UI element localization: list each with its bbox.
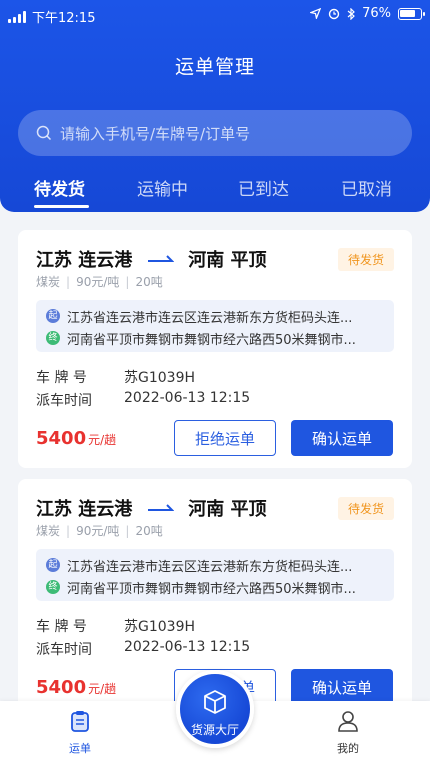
end-address: 河南省平顶市舞钢市舞钢市经六路西50米舞钢市... — [67, 332, 356, 348]
order-card[interactable]: 江苏 连云港 河南 平顶 待发货 煤炭 | 90元/吨 | 20吨 起 江苏省连云港市连… — [18, 230, 412, 468]
freight-price: 5400 元/趟 — [36, 677, 116, 698]
end-address: 河南省平顶市舞钢市舞钢市经六路西50米舞钢市... — [67, 581, 356, 597]
route-arrow-icon — [148, 255, 175, 262]
tab-cancelled[interactable]: 已取消 — [341, 175, 392, 200]
plate-value: 苏G1039H — [124, 619, 196, 635]
status-tabs: 待发货 运输中 已到达 已取消 — [0, 175, 430, 209]
tab-pending[interactable]: 待发货 — [34, 175, 85, 200]
nav-label-waybill: 运单 — [69, 742, 91, 755]
end-marker-icon: 终 — [46, 580, 60, 594]
user-icon — [338, 711, 358, 732]
route-arrow-icon — [148, 504, 175, 511]
start-marker-icon: 起 — [46, 309, 60, 323]
cargo-hall-label: 货源大厅 — [190, 723, 239, 737]
nav-item-waybill[interactable]: 运单 — [50, 709, 110, 756]
clipboard-icon — [71, 711, 89, 732]
address-box: 起 江苏省连云港市连云区连云港新东方货柜码头连... 终 河南省平顶市舞钢市舞钢… — [36, 300, 394, 352]
route: 江苏 连云港 河南 平顶 — [36, 246, 267, 272]
reject-order-button[interactable]: 拒绝运单 — [174, 420, 276, 456]
dispatch-label: 派车时间 — [36, 642, 92, 658]
plate-row: 车 牌 号 苏G1039H — [36, 616, 195, 636]
box-icon — [204, 690, 226, 714]
battery-percent: 76% — [362, 6, 391, 21]
price-unit: 元/趟 — [88, 682, 117, 696]
plate-label: 车 牌 号 — [36, 619, 87, 635]
confirm-order-button[interactable]: 确认运单 — [291, 420, 393, 456]
cargo-weight: 20吨 — [135, 524, 163, 538]
status-time: 下午12:15 — [32, 11, 96, 26]
start-address: 江苏省连云港市连云区连云港新东方货柜码头连... — [67, 310, 353, 326]
address-box: 起 江苏省连云港市连云区连云港新东方货柜码头连... 终 河南省平顶市舞钢市舞钢… — [36, 549, 394, 601]
freight-price: 5400 元/趟 — [36, 428, 116, 449]
route: 江苏 连云港 河南 平顶 — [36, 495, 267, 521]
origin-city: 江苏 连云港 — [36, 499, 133, 520]
tab-arrived[interactable]: 已到达 — [238, 175, 289, 200]
bluetooth-icon — [347, 7, 355, 20]
plate-label: 车 牌 号 — [36, 370, 87, 386]
start-address: 江苏省连云港市连云区连云港新东方货柜码头连... — [67, 559, 353, 575]
price-unit: 元/趟 — [88, 433, 117, 447]
cargo-meta: 煤炭 | 90元/吨 | 20吨 — [36, 524, 163, 538]
destination-city: 河南 平顶 — [188, 250, 267, 271]
destination-city: 河南 平顶 — [188, 499, 267, 520]
origin-city: 江苏 连云港 — [36, 250, 133, 271]
search-icon — [36, 125, 52, 141]
battery-icon — [398, 7, 425, 20]
dispatch-time: 2022-06-13 12:15 — [124, 639, 251, 655]
dispatch-row: 派车时间 2022-06-13 12:15 — [36, 390, 250, 410]
dispatch-label: 派车时间 — [36, 393, 92, 409]
cargo-meta: 煤炭 | 90元/吨 | 20吨 — [36, 275, 163, 289]
price-value: 5400 — [36, 677, 87, 698]
search-input[interactable]: 请输入手机号/车牌号/订单号 — [18, 110, 412, 156]
dispatch-time: 2022-06-13 12:15 — [124, 390, 251, 406]
active-tab-indicator — [34, 205, 89, 208]
location-icon — [310, 8, 322, 19]
status-bar: 下午12:15 76% — [0, 0, 430, 30]
signal-icon — [8, 10, 26, 23]
cargo-type: 煤炭 — [36, 275, 61, 289]
nav-label-mine: 我的 — [337, 742, 359, 755]
start-marker-icon: 起 — [46, 558, 60, 572]
nav-item-mine[interactable]: 我的 — [318, 709, 378, 756]
confirm-order-button[interactable]: 确认运单 — [291, 669, 393, 705]
plate-value: 苏G1039H — [124, 370, 196, 386]
unit-price: 90元/吨 — [76, 275, 120, 289]
price-value: 5400 — [36, 428, 87, 449]
end-marker-icon: 终 — [46, 331, 60, 345]
plate-row: 车 牌 号 苏G1039H — [36, 367, 195, 387]
tab-in-transit[interactable]: 运输中 — [137, 175, 188, 200]
unit-price: 90元/吨 — [76, 524, 120, 538]
status-badge: 待发货 — [337, 497, 394, 520]
cargo-type: 煤炭 — [36, 524, 61, 538]
cargo-hall-button[interactable]: 货源大厅 — [176, 670, 254, 748]
status-badge: 待发货 — [337, 248, 394, 271]
dispatch-row: 派车时间 2022-06-13 12:15 — [36, 639, 250, 659]
cargo-weight: 20吨 — [135, 275, 163, 289]
search-placeholder: 请输入手机号/车牌号/订单号 — [60, 124, 251, 143]
alarm-icon — [328, 8, 340, 19]
page-title: 运单管理 — [174, 56, 255, 78]
